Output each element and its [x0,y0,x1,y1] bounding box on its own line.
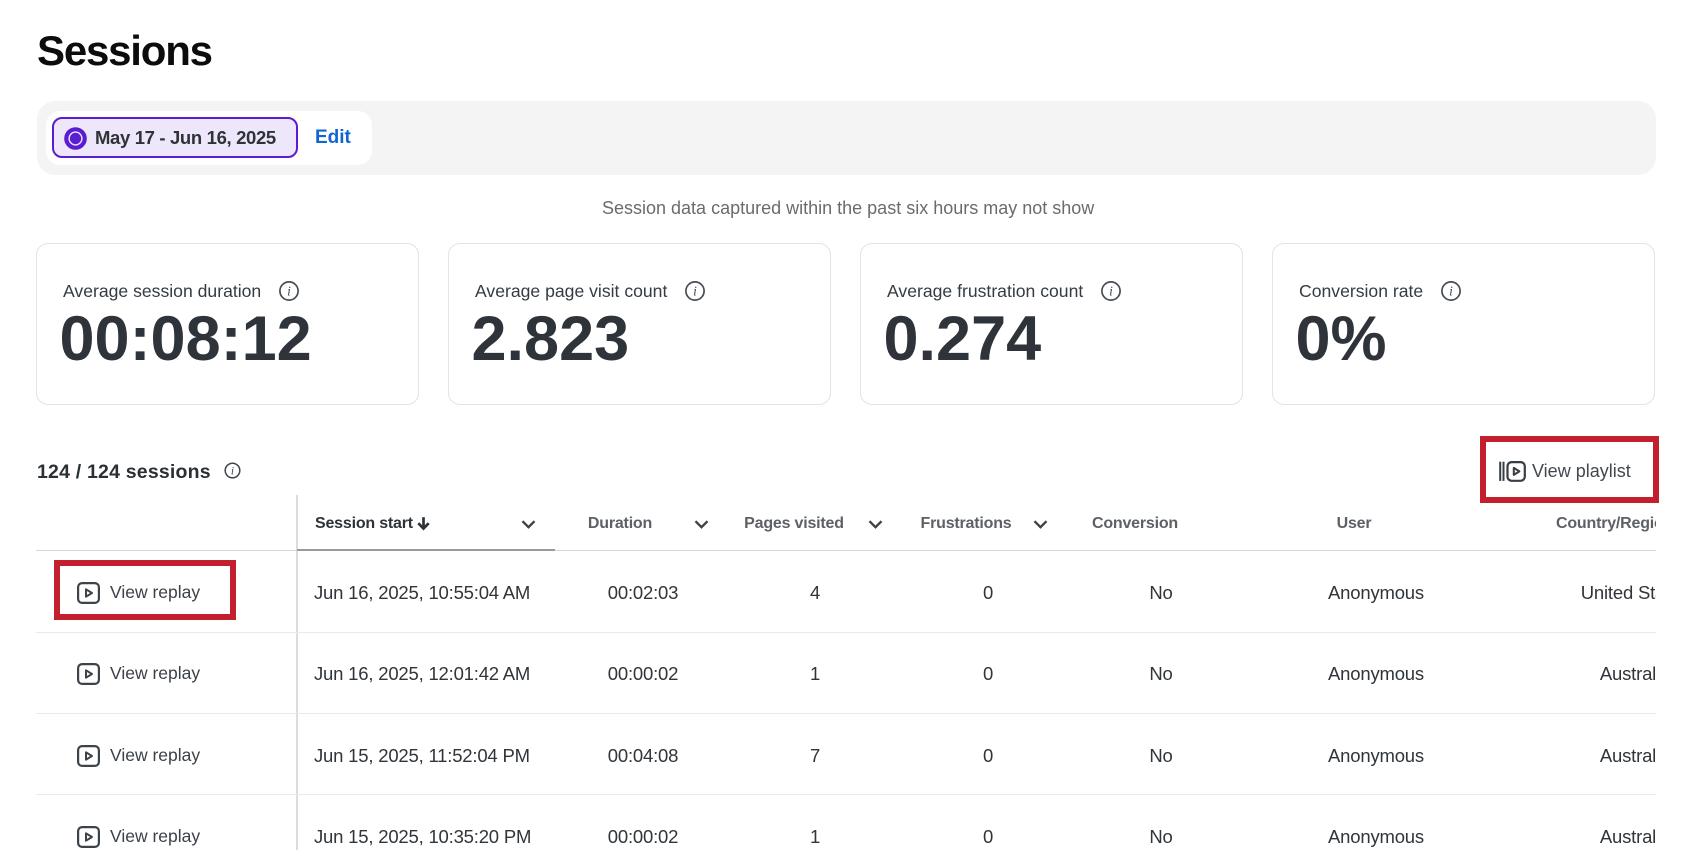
svg-text:i: i [287,284,291,299]
svg-text:i: i [1109,284,1113,299]
svg-text:i: i [231,466,234,478]
svg-text:i: i [693,284,697,299]
svg-text:i: i [1449,284,1453,299]
